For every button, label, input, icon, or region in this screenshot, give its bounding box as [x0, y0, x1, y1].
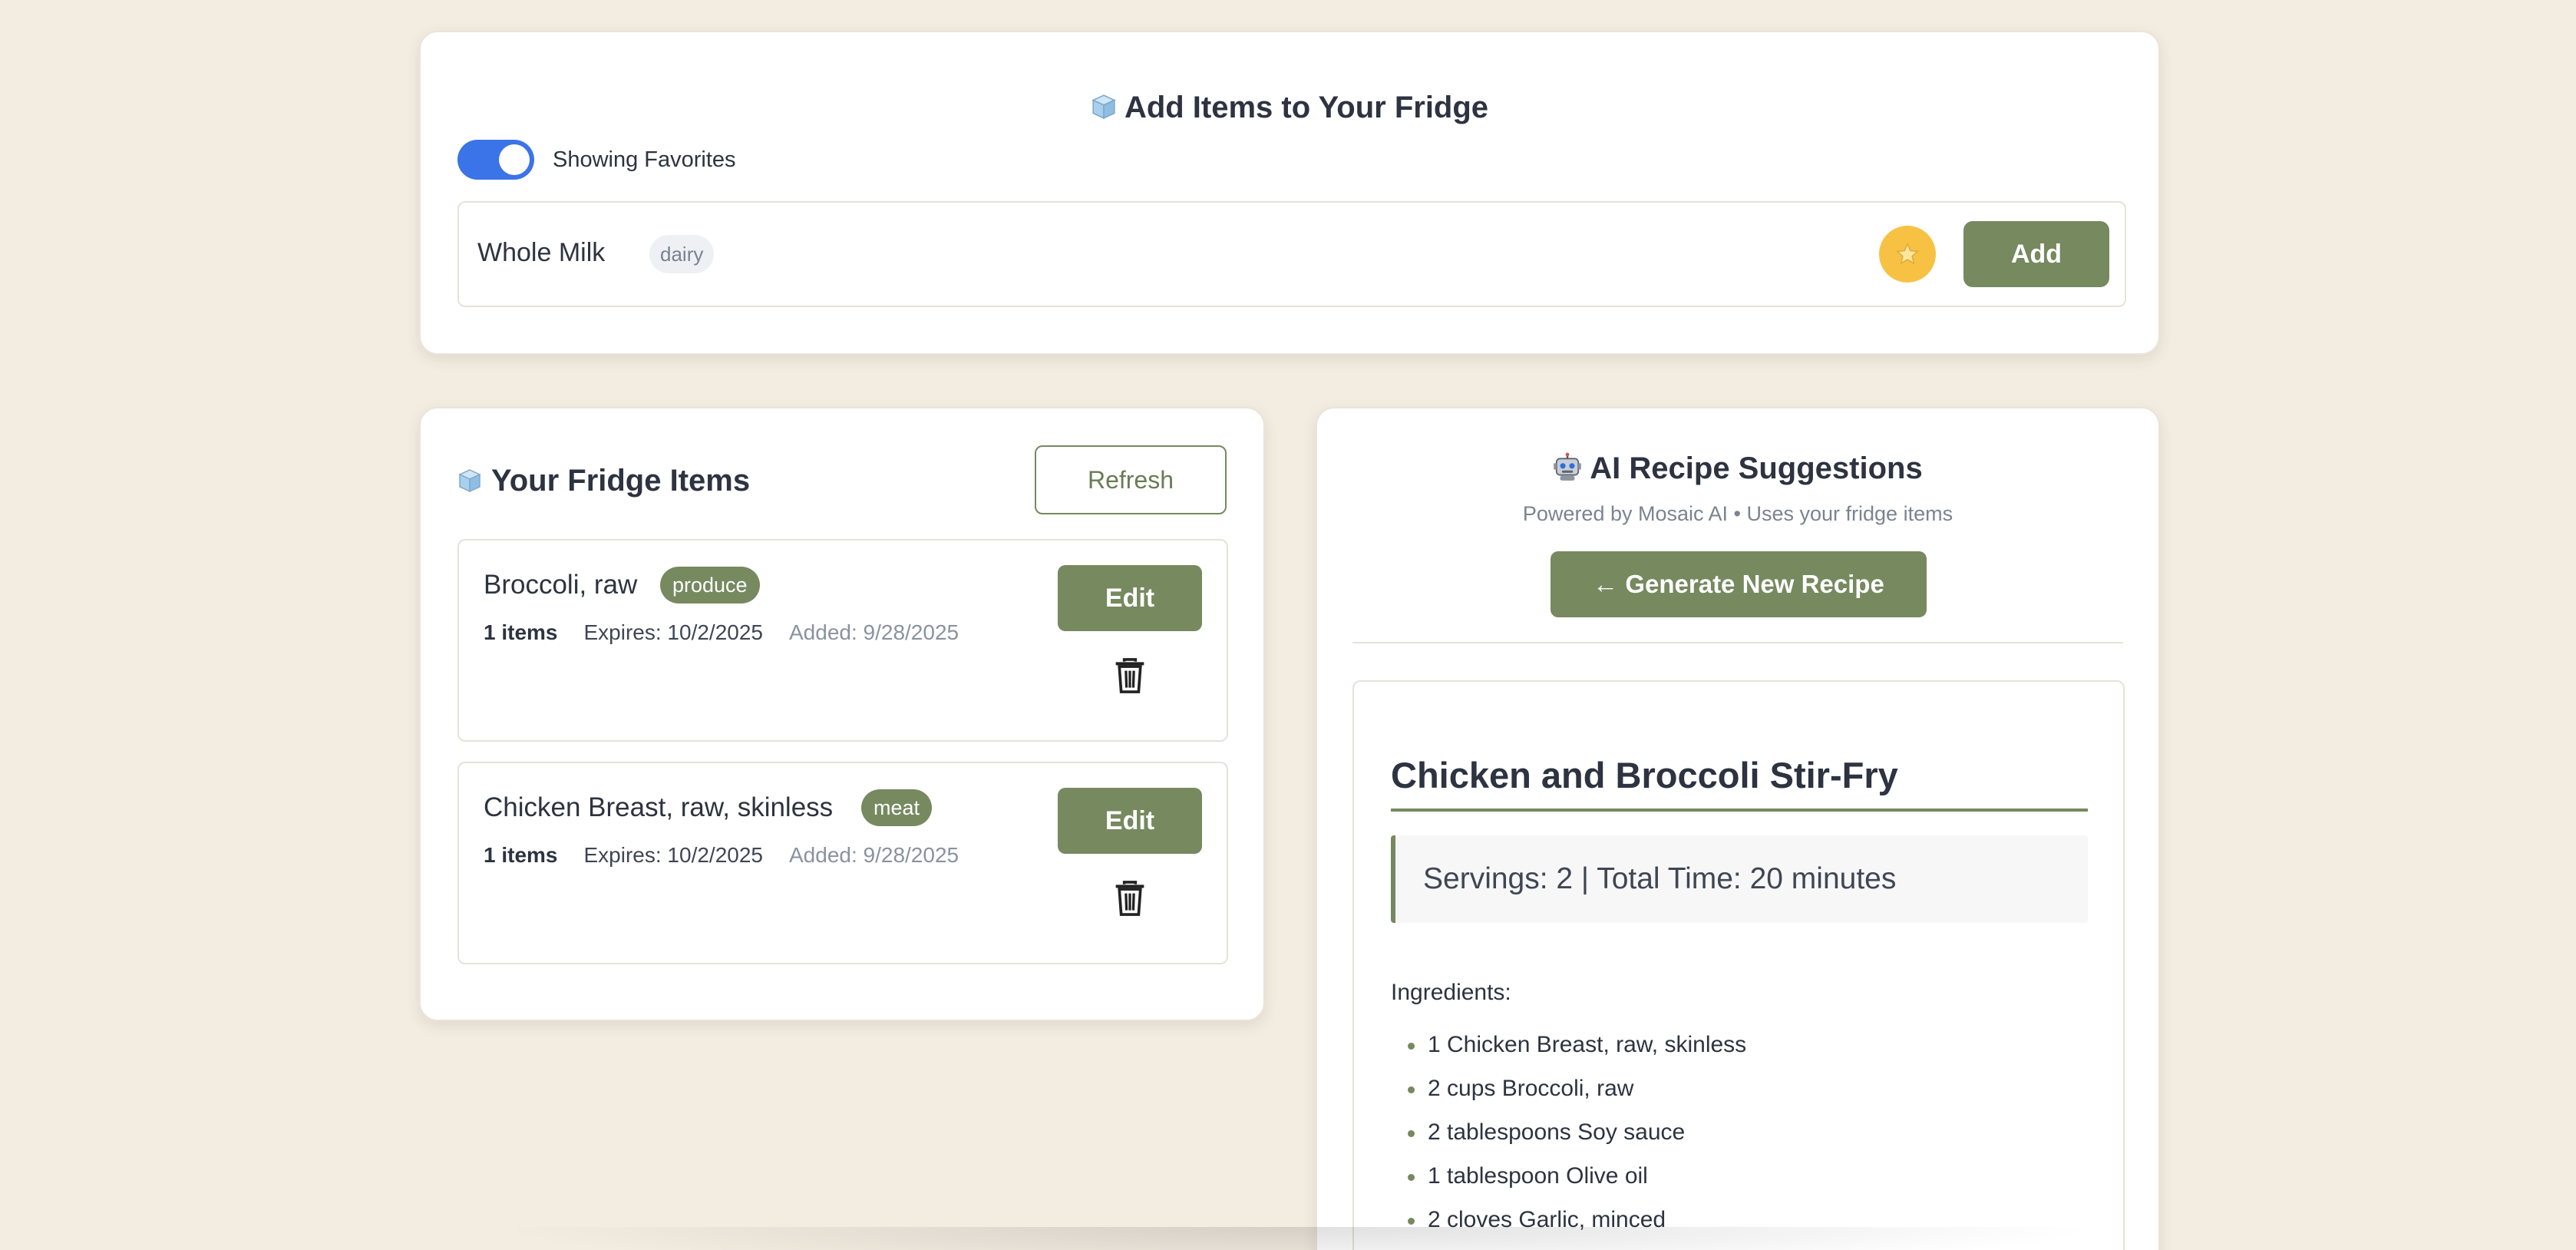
favorite-item-row: Whole Milk dairy Add [457, 201, 2126, 307]
fridge-item-added-date: Added: 9/28/2025 [789, 843, 959, 867]
favorite-star-button[interactable] [1879, 226, 1936, 283]
ingredient-item: 2 cloves Garlic, minced [1391, 1207, 1746, 1250]
fridge-item-name: Chicken Breast, raw, skinless [484, 792, 834, 822]
fridge-item-card: Chicken Breast, raw, skinless meat 1 ite… [457, 762, 1228, 964]
toggle-knob [499, 144, 530, 175]
ice-cube-icon [458, 469, 481, 493]
favorites-toggle-row: Showing Favorites [457, 140, 736, 180]
robot-icon [1554, 452, 1582, 481]
fridge-item-category-badge: produce [660, 567, 760, 604]
recipe-suggestions-subtitle: Powered by Mosaic AI • Uses your fridge … [1522, 502, 1953, 525]
favorite-item-name: Whole Milk [477, 238, 606, 267]
trash-icon[interactable] [1113, 657, 1147, 694]
fridge-items-card: Your Fridge Items Refresh Broccoli, raw … [419, 407, 1265, 1021]
ingredient-item: 1 Chicken Breast, raw, skinless [1391, 1032, 1746, 1076]
fridge-items-title-row: Your Fridge Items [457, 464, 750, 498]
fridge-item-card: Broccoli, raw produce 1 items Expires: 1… [457, 539, 1228, 742]
favorite-item-category-badge: dairy [649, 235, 715, 273]
refresh-button[interactable]: Refresh [1035, 445, 1227, 514]
favorites-toggle-label: Showing Favorites [553, 147, 736, 172]
add-button[interactable]: Add [1963, 221, 2109, 287]
fridge-item-quantity: 1 items [484, 843, 558, 867]
ingredients-list: 1 Chicken Breast, raw, skinless 2 cups B… [1391, 1032, 1746, 1250]
ingredient-item: 1 tablespoon Olive oil [1391, 1163, 1746, 1207]
fridge-item-quantity: 1 items [484, 620, 558, 644]
fridge-item-name: Broccoli, raw [484, 570, 638, 600]
fridge-items-title: Your Fridge Items [491, 464, 751, 498]
fridge-item-meta: 1 items Expires: 10/2/2025 Added: 9/28/2… [484, 843, 959, 868]
add-items-title: Add Items to Your Fridge [1124, 91, 1489, 124]
edit-button[interactable]: Edit [1058, 565, 1202, 631]
ingredients-heading: Ingredients: [1391, 980, 1511, 1005]
fridge-item-expiry: Expires: 10/2/2025 [583, 843, 764, 867]
page: Add Items to Your Fridge Showing Favorit… [0, 0, 2576, 1250]
star-icon [1895, 242, 1920, 265]
generate-recipe-button[interactable]: ← Generate New Recipe [1551, 551, 1927, 617]
fridge-item-expiry: Expires: 10/2/2025 [583, 620, 764, 644]
edit-button[interactable]: Edit [1058, 788, 1202, 854]
add-items-title-row: Add Items to Your Fridge [421, 91, 2158, 125]
recipe-servings-time: Servings: 2 | Total Time: 20 minutes [1391, 835, 2088, 923]
recipe-suggestions-title-row: AI Recipe Suggestions [1317, 451, 2158, 486]
recipe-content: Chicken and Broccoli Stir-Fry Servings: … [1352, 680, 2125, 1250]
trash-icon[interactable] [1113, 880, 1147, 917]
fridge-item-added-date: Added: 9/28/2025 [789, 620, 959, 644]
ingredient-item: 2 tablespoons Soy sauce [1391, 1119, 1746, 1163]
add-items-card: Add Items to Your Fridge Showing Favorit… [419, 31, 2160, 355]
fridge-item-meta: 1 items Expires: 10/2/2025 Added: 9/28/2… [484, 620, 959, 645]
favorites-toggle[interactable] [457, 140, 534, 180]
ice-cube-icon [1091, 94, 1116, 120]
ingredient-item: 2 cups Broccoli, raw [1391, 1076, 1746, 1119]
divider [1352, 642, 2123, 643]
recipe-suggestions-title: AI Recipe Suggestions [1590, 451, 1923, 485]
fridge-item-category-badge: meat [861, 789, 933, 826]
recipe-suggestions-card: AI Recipe Suggestions Powered by Mosaic … [1316, 407, 2160, 1250]
recipe-name: Chicken and Broccoli Stir-Fry [1391, 754, 2088, 812]
